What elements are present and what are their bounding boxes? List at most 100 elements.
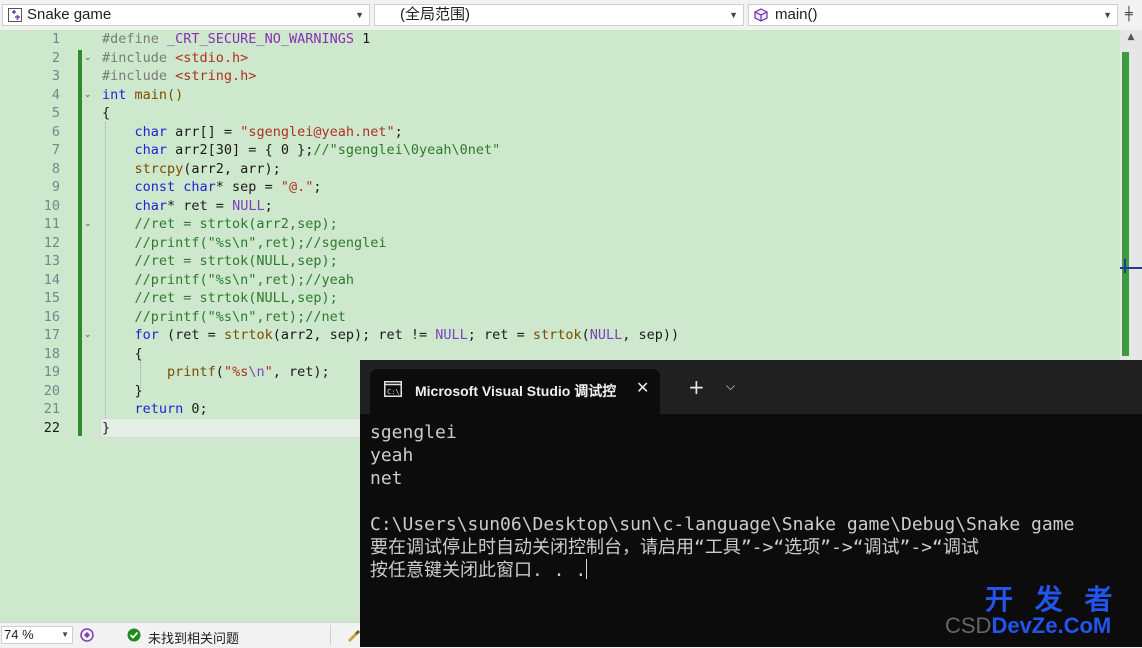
console-tab[interactable]: C:\ Microsoft Visual Studio 调试控 ✕ — [370, 369, 660, 414]
fold-chevron-icon[interactable]: ⌄ — [84, 53, 92, 63]
code-line: 5 { — [0, 104, 1120, 123]
code-line: 10 char* ret = NULL; — [0, 197, 1120, 216]
code-token: 1 — [353, 31, 371, 47]
line-number: 18 — [43, 345, 60, 362]
scroll-up-icon[interactable]: ▲ — [1120, 32, 1142, 42]
console-output-line: 要在调试停止时自动关闭控制台，请启用“工具”->“选项”->“调试”->“调试 — [370, 537, 979, 558]
fold-chevron-icon[interactable]: ⌄ — [84, 90, 92, 100]
code-token: strtok — [532, 327, 582, 343]
code-token: <string.h> — [175, 68, 257, 84]
svg-text:C:\: C:\ — [387, 388, 400, 396]
code-token: const — [102, 179, 176, 195]
chevron-down-icon[interactable]: ⌵ — [726, 379, 735, 394]
line-number: 2 — [51, 49, 60, 66]
member-dropdown[interactable]: main() ▼ — [748, 4, 1118, 26]
code-token: \n — [248, 364, 265, 380]
code-token: #include — [102, 68, 176, 84]
code-token: //printf("%s\n",ret);//yeah — [102, 271, 354, 288]
code-token: "@." — [280, 179, 314, 195]
code-token: strcpy — [102, 160, 184, 177]
line-number: 21 — [43, 401, 60, 417]
chevron-down-icon: ▼ — [729, 10, 738, 20]
code-token: "%s — [223, 364, 249, 380]
code-token: (arr2, sep); ret != — [272, 327, 436, 343]
divider — [330, 625, 331, 645]
intellicode-icon[interactable] — [79, 627, 95, 643]
project-name: Snake game — [27, 6, 112, 23]
zoom-dropdown[interactable]: 74 % ▼ — [1, 626, 73, 644]
code-token: char — [102, 123, 168, 140]
line-number: 14 — [43, 271, 60, 288]
text-cursor — [586, 559, 588, 579]
code-token: } — [102, 419, 111, 436]
code-token: { — [102, 105, 111, 121]
watermark-text-part: DevZe.CoM — [991, 613, 1112, 638]
code-line: 7 char arr2[30] = { 0 };//"sgenglei\0yea… — [0, 141, 1120, 160]
code-token: #define — [102, 31, 168, 47]
code-token: char — [175, 179, 216, 195]
watermark-text: CSDDevZe.CoM — [945, 613, 1111, 639]
code-token: , ret); — [272, 364, 330, 380]
code-token: ( — [215, 364, 224, 380]
code-token: //printf("%s\n",ret);//sgenglei — [102, 234, 387, 251]
code-line: 4 ⌄ int main() — [0, 86, 1120, 105]
code-token: char — [102, 142, 168, 158]
code-token: //printf("%s\n",ret);//net — [102, 308, 346, 325]
split-editor-icon[interactable]: ╪ — [1125, 7, 1133, 22]
code-token: 0; — [183, 401, 208, 417]
code-token: "sgenglei@yeah.net" — [240, 123, 395, 140]
console-output-line: yeah — [370, 445, 414, 466]
code-token: int — [102, 86, 127, 103]
line-number: 20 — [43, 382, 60, 399]
code-token: NULL — [435, 327, 468, 343]
code-token: main() — [126, 86, 184, 103]
console-output-line: 按任意键关闭此窗口. . . — [370, 560, 587, 581]
code-token: } — [102, 382, 143, 399]
line-number: 15 — [43, 290, 60, 306]
code-token: ; — [394, 123, 403, 140]
code-token: //ret = strtok(NULL,sep); — [102, 290, 338, 306]
line-number: 6 — [51, 123, 60, 140]
code-line: 1 #define _CRT_SECURE_NO_WARNINGS 1 — [0, 30, 1120, 49]
fold-chevron-icon[interactable]: ⌄ — [84, 331, 92, 340]
project-dropdown[interactable]: Snake game ▼ — [2, 4, 370, 26]
line-number: 16 — [43, 308, 60, 325]
tab-title: Microsoft Visual Studio 调试控 — [415, 383, 617, 399]
code-line: 15 //ret = strtok(NULL,sep); — [0, 289, 1120, 308]
line-number: 9 — [51, 179, 60, 195]
console-output-line: net — [370, 468, 403, 489]
issues-status[interactable]: 未找到相关问题 — [148, 628, 239, 647]
line-number: 4 — [51, 86, 60, 103]
code-token: arr2[30] = { 0 }; — [167, 142, 314, 158]
close-icon[interactable]: ✕ — [636, 378, 649, 397]
brush-icon[interactable] — [345, 627, 361, 643]
code-token: NULL — [589, 327, 623, 343]
zoom-level: 74 % — [4, 627, 34, 642]
code-token: //ret = strtok(arr2,sep); — [102, 216, 338, 232]
code-token: _CRT_SECURE_NO_WARNINGS — [167, 31, 354, 47]
line-number: 7 — [51, 142, 60, 158]
code-token: #include — [102, 49, 176, 66]
method-cube-icon — [754, 8, 768, 22]
line-number: 10 — [43, 197, 60, 214]
console-prompt-line: 按任意键关闭此窗口. . . — [370, 559, 588, 582]
code-token: ; ret = — [467, 327, 533, 343]
project-icon — [8, 8, 22, 22]
chevron-down-icon: ▼ — [355, 10, 364, 20]
scope-dropdown[interactable]: (全局范围) ▼ — [374, 4, 744, 26]
code-token: ; — [313, 179, 322, 195]
line-number: 19 — [43, 364, 60, 380]
line-number: 17 — [43, 327, 60, 343]
code-token: , sep)) — [622, 327, 680, 343]
code-token: (arr2, arr); — [183, 160, 281, 177]
fold-chevron-icon[interactable]: ⌄ — [84, 220, 92, 229]
console-output-line: C:\Users\sun06\Desktop\sun\c-language\Sn… — [370, 514, 1075, 535]
watermark-text-part: CSD — [945, 613, 992, 638]
code-token: { — [102, 345, 143, 362]
code-line: 8 strcpy(arr2, arr); — [0, 160, 1120, 179]
new-tab-button[interactable]: + — [688, 377, 705, 397]
code-token: return — [102, 401, 184, 417]
check-circle-icon — [127, 628, 141, 642]
code-token: ; — [264, 197, 273, 214]
code-line: 11 ⌄ //ret = strtok(arr2,sep); — [0, 215, 1120, 234]
